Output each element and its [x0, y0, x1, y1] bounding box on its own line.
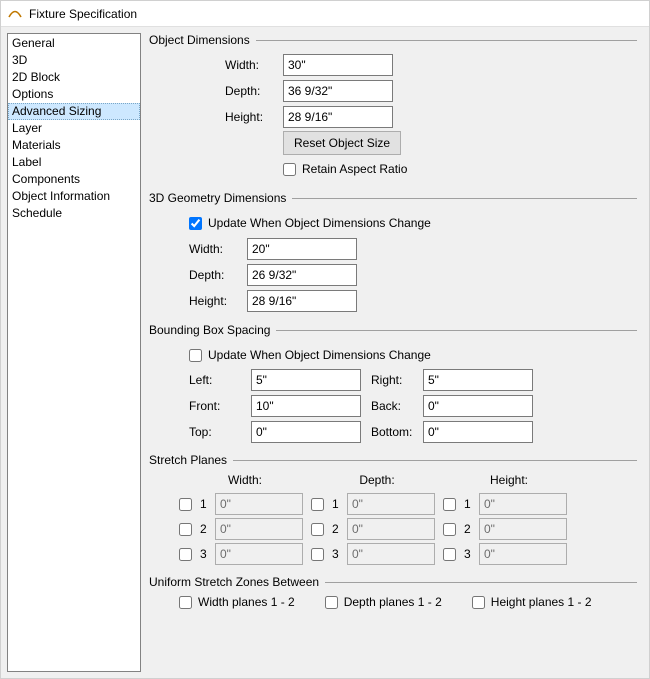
input-3d-width[interactable] — [247, 238, 357, 260]
group-bounding-box: Bounding Box Spacing Update When Object … — [149, 323, 637, 443]
checkbox-sp-d1[interactable] — [311, 498, 324, 511]
group-title-object-dimensions: Object Dimensions — [149, 33, 256, 47]
input-bbox-top[interactable] — [251, 421, 361, 443]
fixture-specification-dialog: Fixture Specification General 3D 2D Bloc… — [0, 0, 650, 679]
input-sp-d1 — [347, 493, 435, 515]
checkbox-retain-aspect-ratio[interactable] — [283, 163, 296, 176]
label-bbox-update: Update When Object Dimensions Change — [208, 348, 431, 362]
checkbox-bbox-update[interactable] — [189, 349, 202, 362]
group-object-dimensions: Object Dimensions Width: Depth: Height: — [149, 33, 637, 181]
label-retain-aspect-ratio: Retain Aspect Ratio — [302, 162, 407, 176]
checkbox-sp-h2[interactable] — [443, 523, 456, 536]
group-stretch-planes: Stretch Planes Width: Depth: Height: 1 1… — [149, 453, 637, 565]
label-3d-update: Update When Object Dimensions Change — [208, 216, 431, 230]
checkbox-sp-h1[interactable] — [443, 498, 456, 511]
label-3d-height: Height: — [189, 294, 247, 308]
checkbox-sp-h3[interactable] — [443, 548, 456, 561]
label-bbox-right: Right: — [365, 373, 419, 387]
label-od-height: Height: — [225, 110, 283, 124]
window-title: Fixture Specification — [29, 7, 137, 21]
sidebar-item-label[interactable]: Label — [8, 154, 140, 171]
input-od-height[interactable] — [283, 106, 393, 128]
input-sp-w3 — [215, 543, 303, 565]
label-od-width: Width: — [225, 58, 283, 72]
label-3d-width: Width: — [189, 242, 247, 256]
app-icon — [7, 4, 29, 23]
input-od-width[interactable] — [283, 54, 393, 76]
checkbox-sp-w2[interactable] — [179, 523, 192, 536]
titlebar: Fixture Specification — [1, 1, 649, 27]
sidebar-item-materials[interactable]: Materials — [8, 137, 140, 154]
main-panel: Object Dimensions Width: Depth: Height: — [147, 33, 643, 672]
sidebar-item-general[interactable]: General — [8, 35, 140, 52]
group-title-3d-geometry: 3D Geometry Dimensions — [149, 191, 292, 205]
label-usz-width: Width planes 1 - 2 — [198, 595, 295, 609]
label-bbox-back: Back: — [365, 399, 419, 413]
group-3d-geometry: 3D Geometry Dimensions Update When Objec… — [149, 191, 637, 313]
checkbox-usz-depth[interactable] — [325, 596, 338, 609]
input-sp-h3 — [479, 543, 567, 565]
sidebar-item-2d-block[interactable]: 2D Block — [8, 69, 140, 86]
input-sp-d2 — [347, 518, 435, 540]
reset-object-size-button[interactable]: Reset Object Size — [283, 131, 401, 155]
checkbox-sp-d2[interactable] — [311, 523, 324, 536]
checkbox-sp-d3[interactable] — [311, 548, 324, 561]
checkbox-sp-w1[interactable] — [179, 498, 192, 511]
col-header-height: Height: — [443, 473, 575, 487]
sidebar-item-schedule[interactable]: Schedule — [8, 205, 140, 222]
group-title-bounding-box: Bounding Box Spacing — [149, 323, 276, 337]
label-usz-depth: Depth planes 1 - 2 — [344, 595, 442, 609]
checkbox-sp-w3[interactable] — [179, 548, 192, 561]
checkbox-usz-width[interactable] — [179, 596, 192, 609]
checkbox-usz-height[interactable] — [472, 596, 485, 609]
sidebar-item-layer[interactable]: Layer — [8, 120, 140, 137]
label-bbox-top: Top: — [189, 425, 247, 439]
input-bbox-left[interactable] — [251, 369, 361, 391]
input-bbox-bottom[interactable] — [423, 421, 533, 443]
label-bbox-front: Front: — [189, 399, 247, 413]
input-sp-d3 — [347, 543, 435, 565]
input-sp-w1 — [215, 493, 303, 515]
label-bbox-bottom: Bottom: — [365, 425, 419, 439]
label-od-depth: Depth: — [225, 84, 283, 98]
input-bbox-front[interactable] — [251, 395, 361, 417]
input-sp-h2 — [479, 518, 567, 540]
client-area: General 3D 2D Block Options Advanced Siz… — [1, 27, 649, 678]
col-header-width: Width: — [179, 473, 311, 487]
sidebar-item-options[interactable]: Options — [8, 86, 140, 103]
input-bbox-back[interactable] — [423, 395, 533, 417]
label-3d-depth: Depth: — [189, 268, 247, 282]
label-bbox-left: Left: — [189, 373, 247, 387]
sidebar-item-advanced-sizing[interactable]: Advanced Sizing — [8, 103, 140, 120]
input-sp-h1 — [479, 493, 567, 515]
checkbox-3d-update[interactable] — [189, 217, 202, 230]
group-title-stretch-planes: Stretch Planes — [149, 453, 233, 467]
group-usz: Uniform Stretch Zones Between Width plan… — [149, 575, 637, 609]
sidebar-item-object-information[interactable]: Object Information — [8, 188, 140, 205]
col-header-depth: Depth: — [311, 473, 443, 487]
label-usz-height: Height planes 1 - 2 — [491, 595, 592, 609]
input-3d-depth[interactable] — [247, 264, 357, 286]
input-sp-w2 — [215, 518, 303, 540]
sidebar-item-components[interactable]: Components — [8, 171, 140, 188]
sidebar-item-3d[interactable]: 3D — [8, 52, 140, 69]
category-sidebar: General 3D 2D Block Options Advanced Siz… — [7, 33, 141, 672]
input-bbox-right[interactable] — [423, 369, 533, 391]
input-od-depth[interactable] — [283, 80, 393, 102]
input-3d-height[interactable] — [247, 290, 357, 312]
group-title-usz: Uniform Stretch Zones Between — [149, 575, 325, 589]
